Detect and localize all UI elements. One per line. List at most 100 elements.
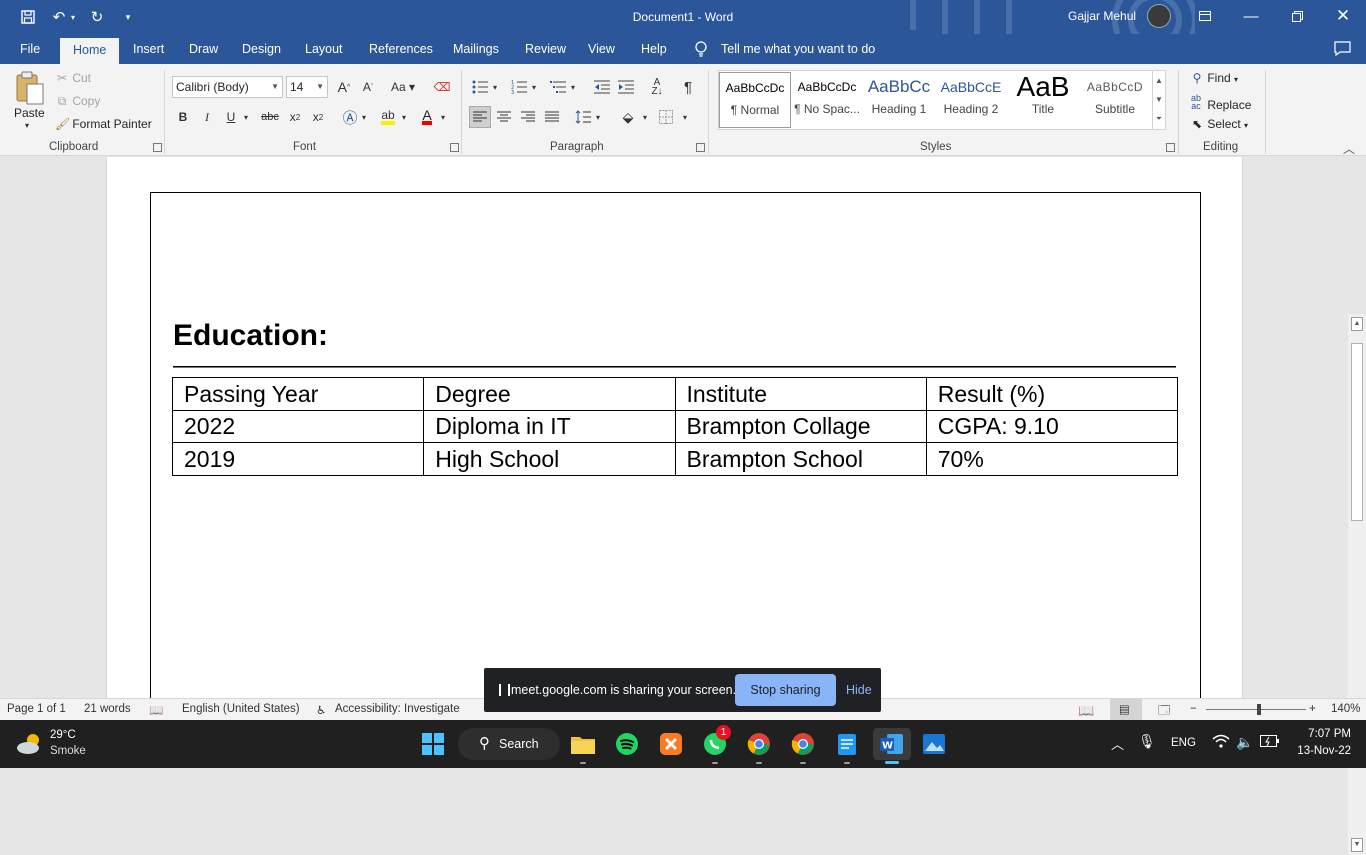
font-launcher-icon[interactable] <box>450 143 459 152</box>
bullets-icon[interactable] <box>469 76 491 98</box>
paste-dropdown-icon[interactable]: ▾ <box>25 121 29 130</box>
comments-icon[interactable] <box>1334 41 1351 59</box>
scroll-up-icon[interactable]: ▲ <box>1153 71 1165 90</box>
font-family-select[interactable]: Calibri (Body) ▼ <box>172 76 283 98</box>
style-heading-2[interactable]: AaBbCcE Heading 2 <box>935 72 1007 128</box>
justify-icon[interactable] <box>541 106 563 128</box>
font-color-dropdown-icon[interactable]: ▾ <box>437 106 449 128</box>
chrome-icon[interactable] <box>743 728 775 764</box>
hide-button[interactable]: Hide <box>846 674 872 706</box>
print-layout-button[interactable]: ▤ <box>1110 699 1142 720</box>
microphone-icon[interactable]: 🎙 <box>1138 733 1156 750</box>
shading-icon[interactable]: ⬙ <box>617 106 639 128</box>
strikethrough-icon[interactable]: abc <box>259 106 281 128</box>
tell-me-search[interactable]: Tell me what you want to do <box>721 34 875 64</box>
zoom-slider-thumb[interactable] <box>1257 704 1261 715</box>
tab-help[interactable]: Help <box>637 34 671 64</box>
tab-review[interactable]: Review <box>521 34 570 64</box>
tab-view[interactable]: View <box>584 34 619 64</box>
restore-button[interactable] <box>1274 0 1320 32</box>
weather-icon[interactable] <box>16 731 44 757</box>
close-button[interactable]: ✕ <box>1320 0 1366 32</box>
table-cell[interactable]: 70% <box>925 442 1179 476</box>
style-normal[interactable]: AaBbCcDc ¶ Normal <box>719 72 791 128</box>
paste-icon[interactable] <box>14 70 46 108</box>
language-indicator[interactable]: ENG <box>1171 737 1196 749</box>
style-no-spacing[interactable]: AaBbCcDc ¶ No Spac... <box>791 72 863 128</box>
style-subtitle[interactable]: AaBbCcD Subtitle <box>1079 72 1151 128</box>
education-table[interactable]: Passing Year Degree Institute Result (%)… <box>171 377 1179 476</box>
styles-launcher-icon[interactable] <box>1166 143 1175 152</box>
xampp-icon[interactable] <box>655 728 687 760</box>
font-color-icon[interactable]: A <box>416 106 438 128</box>
font-size-select[interactable]: 14 ▼ <box>286 76 328 98</box>
table-cell[interactable]: 2019 <box>171 442 425 476</box>
italic-icon[interactable]: I <box>196 106 218 128</box>
wifi-icon[interactable] <box>1212 734 1230 751</box>
collapse-ribbon-icon[interactable]: ︿ <box>1343 140 1355 157</box>
multilevel-list-icon[interactable] <box>547 76 569 98</box>
education-heading[interactable]: Education: <box>173 319 328 353</box>
stop-sharing-button[interactable]: Stop sharing <box>735 674 836 706</box>
table-cell[interactable]: Diploma in IT <box>423 409 676 443</box>
table-cell[interactable]: Degree <box>423 377 676 411</box>
replace-button[interactable]: ab ac Replace <box>1188 94 1251 113</box>
chrome-profile-icon[interactable] <box>787 728 819 764</box>
superscript-icon[interactable]: x2 <box>307 106 329 128</box>
page-count[interactable]: Page 1 of 1 <box>7 703 66 715</box>
tab-design[interactable]: Design <box>238 34 285 64</box>
notepad-icon[interactable] <box>831 728 863 764</box>
line-spacing-dropdown-icon[interactable]: ▾ <box>592 106 604 128</box>
tab-draw[interactable]: Draw <box>185 34 222 64</box>
numbering-icon[interactable]: 123 <box>508 76 530 98</box>
line-spacing-icon[interactable] <box>572 106 594 128</box>
more-styles-icon[interactable]: ⏷ <box>1153 109 1165 128</box>
table-cell[interactable]: Institute <box>674 377 927 411</box>
subscript-icon[interactable]: x2 <box>284 106 306 128</box>
show-hidden-icons-icon[interactable]: ︿ <box>1111 734 1124 753</box>
grow-font-icon[interactable]: A ^ <box>333 76 355 98</box>
scroll-down-icon[interactable]: ▼ <box>1153 90 1165 109</box>
windows-start-icon[interactable] <box>417 728 449 760</box>
paste-button[interactable]: Paste <box>14 106 45 120</box>
clock-date[interactable]: 13-Nov-22 <box>1290 745 1351 757</box>
change-case-icon[interactable]: Aa ▾ <box>386 76 420 98</box>
ribbon-display-options-icon[interactable] <box>1182 0 1228 32</box>
volume-icon[interactable]: 🔈 <box>1236 734 1253 751</box>
table-cell[interactable]: Brampton Collage <box>674 409 927 443</box>
battery-icon[interactable] <box>1260 735 1280 750</box>
clipboard-launcher-icon[interactable] <box>153 143 162 152</box>
table-cell[interactable]: 2022 <box>171 409 425 443</box>
tab-references[interactable]: References <box>365 34 437 64</box>
word-count[interactable]: 21 words <box>84 703 131 715</box>
select-button[interactable]: ⬉ Select ▾ <box>1190 117 1248 131</box>
zoom-level[interactable]: 140% <box>1331 703 1360 715</box>
weather-temp[interactable]: 29°C <box>50 729 76 741</box>
align-left-icon[interactable] <box>469 106 491 128</box>
document-page[interactable]: Education: Passing Year Degree Institute… <box>106 157 1243 712</box>
text-effects-dropdown-icon[interactable]: ▾ <box>358 106 370 128</box>
align-right-icon[interactable] <box>517 106 539 128</box>
tab-mailings[interactable]: Mailings <box>449 34 503 64</box>
zoom-in-icon[interactable]: + <box>1309 703 1316 715</box>
borders-icon[interactable] <box>655 106 677 128</box>
cut-button[interactable]: ✂ Cut <box>55 71 91 85</box>
decrease-indent-icon[interactable] <box>591 76 613 98</box>
increase-indent-icon[interactable] <box>615 76 637 98</box>
scrollbar-thumb[interactable] <box>1351 343 1363 521</box>
highlight-icon[interactable]: ab <box>377 106 399 128</box>
tab-insert[interactable]: Insert <box>129 34 168 64</box>
table-cell[interactable]: Brampton School <box>674 442 927 476</box>
align-center-icon[interactable] <box>493 106 515 128</box>
weather-desc[interactable]: Smoke <box>50 745 86 757</box>
multilevel-dropdown-icon[interactable]: ▾ <box>567 76 579 98</box>
underline-dropdown-icon[interactable]: ▾ <box>240 106 252 128</box>
file-explorer-icon[interactable] <box>567 728 599 764</box>
photos-icon[interactable] <box>918 728 950 760</box>
style-heading-1[interactable]: AaBbCc Heading 1 <box>863 72 935 128</box>
clock-time[interactable]: 7:07 PM <box>1297 728 1351 740</box>
paragraph-launcher-icon[interactable] <box>696 143 705 152</box>
vertical-scrollbar[interactable]: ▲ ▼ <box>1348 314 1366 855</box>
sort-icon[interactable]: A Z↓ <box>646 76 668 98</box>
language-status[interactable]: English (United States) <box>182 703 300 715</box>
